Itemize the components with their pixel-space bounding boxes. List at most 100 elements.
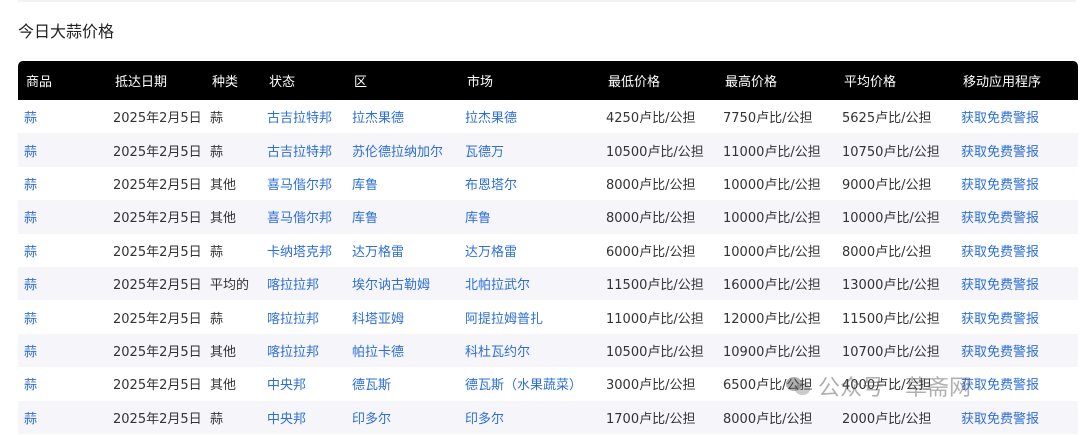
- cell-variety: 蒜: [210, 111, 224, 127]
- cell-district[interactable]: 达万格雷: [346, 234, 459, 267]
- price-table-container: 商品 抵达日期 种类 状态 区 市场 最低价格 最高价格 平均价格 移动应用程序 蒜 2025年2月…: [18, 61, 1078, 434]
- cell-commodity[interactable]: 蒜: [18, 401, 107, 434]
- cell-commodity[interactable]: 蒜: [18, 167, 107, 200]
- cell-variety: 其他: [210, 378, 237, 394]
- cell-market[interactable]: 德瓦斯（水果蔬菜）: [459, 367, 600, 400]
- cell-district[interactable]: 库鲁: [346, 200, 459, 233]
- cell-max-price: 12000卢比/公担: [723, 311, 821, 327]
- cell-commodity[interactable]: 蒜: [18, 367, 107, 400]
- cell-arrival-date: 2025年2月5日: [113, 177, 202, 193]
- cell-arrival-date: 2025年2月5日: [113, 344, 202, 360]
- column-header: 状态: [269, 75, 296, 90]
- cell-app-link[interactable]: 获取免费警报: [955, 267, 1078, 300]
- cell-state[interactable]: 中央邦: [261, 367, 346, 400]
- cell-market[interactable]: 拉杰果德: [459, 100, 600, 133]
- cell-min-price: 3000卢比/公担: [606, 378, 696, 394]
- cell-app-link[interactable]: 获取免费警报: [955, 100, 1078, 133]
- cell-state[interactable]: 喀拉拉邦: [261, 267, 346, 300]
- cell-arrival-date: 2025年2月5日: [113, 278, 202, 294]
- cell-app-link[interactable]: 获取免费警报: [955, 334, 1078, 367]
- cell-app-link[interactable]: 获取免费警报: [955, 133, 1078, 166]
- column-header: 区: [354, 75, 368, 90]
- cell-max-price: 11000卢比/公担: [723, 144, 821, 160]
- cell-district[interactable]: 印多尔: [346, 401, 459, 434]
- table-row: 蒜 2025年2月5日 其他 喜马偕尔邦 库鲁 库鲁 8000卢比/公担 10000卢比/公担…: [18, 200, 1078, 234]
- price-table: 商品 抵达日期 种类 状态 区 市场 最低价格 最高价格 平均价格 移动应用程序 蒜 2025年2月…: [18, 61, 1078, 434]
- cell-market[interactable]: 阿提拉姆普扎: [459, 300, 600, 333]
- cell-arrival-date: 2025年2月5日: [113, 211, 202, 227]
- cell-avg-price: 10750卢比/公担: [842, 144, 940, 160]
- cell-app-link[interactable]: 获取免费警报: [955, 367, 1078, 400]
- cell-market[interactable]: 科杜瓦约尔: [459, 334, 600, 367]
- table-row: 蒜 2025年2月5日 其他 中央邦 德瓦斯 德瓦斯（水果蔬菜） 3000卢比/公担 6500…: [18, 367, 1078, 401]
- column-header: 平均价格: [844, 75, 897, 90]
- cell-state[interactable]: 古吉拉特邦: [261, 133, 346, 166]
- cell-market[interactable]: 布恩塔尔: [459, 167, 600, 200]
- cell-district[interactable]: 库鲁: [346, 167, 459, 200]
- table-row: 蒜 2025年2月5日蒜 古吉拉特邦 苏伦德拉纳加尔 瓦德万 10500卢比/公担 1100…: [18, 133, 1078, 167]
- table-row: 蒜 2025年2月5日蒜中央邦 印多尔 印多尔 1700卢比/公担 8000卢比/公担 20…: [18, 400, 1078, 434]
- cell-app-link[interactable]: 获取免费警报: [955, 234, 1078, 267]
- cell-state[interactable]: 喜马偕尔邦: [261, 167, 346, 200]
- column-header: 市场: [467, 75, 494, 90]
- cell-market[interactable]: 北帕拉武尔: [459, 267, 600, 300]
- cell-app-link[interactable]: 获取免费警报: [955, 200, 1078, 233]
- cell-state[interactable]: 卡纳塔克邦: [261, 234, 346, 267]
- cell-max-price: 10900卢比/公担: [723, 344, 821, 360]
- column-header: 最低价格: [608, 75, 661, 90]
- cell-app-link[interactable]: 获取免费警报: [955, 167, 1078, 200]
- cell-arrival-date: 2025年2月5日: [113, 311, 202, 327]
- cell-commodity[interactable]: 蒜: [18, 300, 107, 333]
- cell-variety: 其他: [210, 177, 237, 193]
- cell-market[interactable]: 达万格雷: [459, 234, 600, 267]
- cell-max-price: 7750卢比/公担: [723, 111, 813, 127]
- cell-min-price: 1700卢比/公担: [606, 411, 696, 427]
- cell-min-price: 11000卢比/公担: [606, 311, 704, 327]
- cell-state[interactable]: 喀拉拉邦: [261, 334, 346, 367]
- cell-market[interactable]: 瓦德万: [459, 133, 600, 166]
- cell-min-price: 11500卢比/公担: [606, 278, 704, 294]
- cell-district[interactable]: 帕拉卡德: [346, 334, 459, 367]
- cell-commodity[interactable]: 蒜: [18, 234, 107, 267]
- cell-variety: 其他: [210, 211, 237, 227]
- cell-max-price: 6500卢比/公担: [723, 378, 813, 394]
- cell-state[interactable]: 喀拉拉邦: [261, 300, 346, 333]
- table-body: 蒜 2025年2月5日蒜古吉拉特邦 拉杰果德 拉杰果德 4250卢比/公担 7750卢比/…: [18, 100, 1078, 434]
- cell-variety: 其他: [210, 344, 237, 360]
- cell-avg-price: 11500卢比/公担: [842, 311, 940, 327]
- cell-arrival-date: 2025年2月5日: [113, 111, 202, 127]
- cell-avg-price: 10700卢比/公担: [842, 344, 940, 360]
- cell-district[interactable]: 科塔亚姆: [346, 300, 459, 333]
- cell-avg-price: 2000卢比/公担: [842, 411, 932, 427]
- cell-state[interactable]: 喜马偕尔邦: [261, 200, 346, 233]
- cell-avg-price: 10000卢比/公担: [842, 211, 940, 227]
- cell-state[interactable]: 中央邦: [261, 401, 346, 434]
- top-divider: [18, 0, 1076, 2]
- cell-commodity[interactable]: 蒜: [18, 334, 107, 367]
- cell-max-price: 8000卢比/公担: [723, 411, 813, 427]
- cell-state[interactable]: 古吉拉特邦: [261, 100, 346, 133]
- cell-commodity[interactable]: 蒜: [18, 200, 107, 233]
- table-row: 蒜 2025年2月5日 其他 喀拉拉邦 帕拉卡德 科杜瓦约尔 10500卢比/公担 10900…: [18, 333, 1078, 368]
- cell-commodity[interactable]: 蒜: [18, 267, 107, 300]
- cell-app-link[interactable]: 获取免费警报: [955, 300, 1078, 333]
- cell-avg-price: 13000卢比/公担: [842, 278, 940, 294]
- cell-commodity[interactable]: 蒜: [18, 100, 107, 133]
- cell-district[interactable]: 埃尔讷古勒姆: [346, 267, 459, 300]
- cell-variety: 蒜: [210, 411, 224, 427]
- column-header: 种类: [212, 75, 239, 90]
- table-row: 蒜 2025年2月5日 平均的 喀拉拉邦 埃尔讷古勒姆 北帕拉武尔 11500卢比/公担 16…: [18, 266, 1078, 301]
- cell-market[interactable]: 印多尔: [459, 401, 600, 434]
- table-header-row: 商品 抵达日期 种类 状态 区 市场 最低价格 最高价格 平均价格 移动应用程序: [18, 61, 1078, 100]
- cell-min-price: 8000卢比/公担: [606, 177, 696, 193]
- cell-market[interactable]: 库鲁: [459, 200, 600, 233]
- cell-app-link[interactable]: 获取免费警报: [955, 401, 1078, 434]
- cell-district[interactable]: 苏伦德拉纳加尔: [346, 133, 459, 166]
- cell-commodity[interactable]: 蒜: [18, 133, 107, 166]
- cell-min-price: 6000卢比/公担: [606, 244, 696, 260]
- cell-avg-price: 8000卢比/公担: [842, 244, 932, 260]
- cell-district[interactable]: 德瓦斯: [346, 367, 459, 400]
- cell-max-price: 10000卢比/公担: [723, 211, 821, 227]
- cell-district[interactable]: 拉杰果德: [346, 100, 459, 133]
- cell-max-price: 16000卢比/公担: [723, 278, 821, 294]
